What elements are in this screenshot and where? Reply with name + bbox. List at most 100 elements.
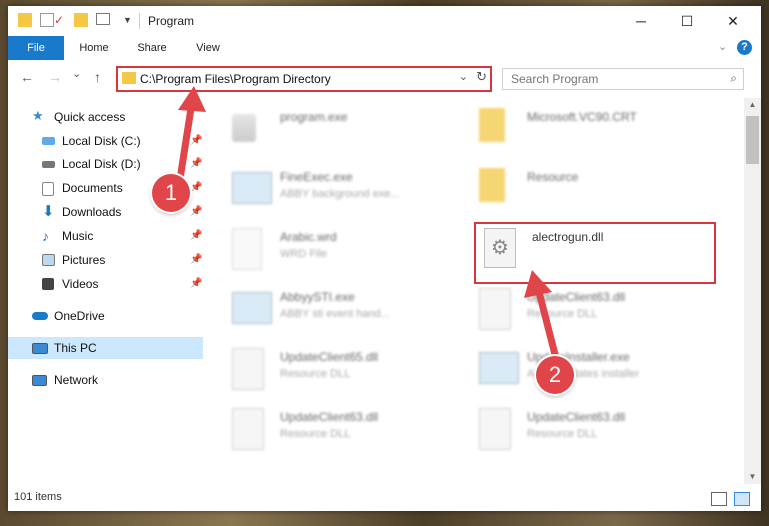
list-item[interactable]: UpdateClient65.dll Resource DLL	[232, 346, 472, 392]
sidebar-item-music[interactable]: ♪ Music 📌	[8, 225, 203, 247]
properties-icon[interactable]	[40, 13, 54, 27]
tab-view[interactable]: View	[186, 36, 230, 60]
close-button[interactable]: ✕	[710, 6, 756, 36]
pin-icon[interactable]: 📌	[190, 249, 202, 271]
scroll-up-icon[interactable]: ▲	[744, 98, 761, 112]
exe-icon	[479, 352, 519, 384]
status-bar: 101 items	[8, 486, 761, 511]
pin-icon[interactable]: 📌	[190, 201, 202, 223]
file-type: Resource DLL	[527, 428, 598, 440]
music-icon: ♪	[42, 228, 49, 244]
sidebar-item-label: OneDrive	[54, 309, 105, 323]
customize-quick-access-icon[interactable]: ▼	[123, 13, 137, 27]
sidebar-item-label: Music	[62, 229, 94, 243]
view-options-icon[interactable]	[96, 13, 110, 25]
tab-home[interactable]: Home	[72, 36, 116, 60]
search-icon[interactable]: ⌕	[730, 71, 737, 86]
dll-gear-icon	[232, 348, 264, 390]
exe-icon	[232, 172, 272, 204]
star-icon: ★	[32, 108, 44, 123]
step-2-badge: 2	[536, 356, 574, 394]
computer-icon	[32, 343, 48, 354]
file-type: WRD File	[280, 248, 328, 260]
drive-icon	[42, 161, 55, 168]
file-name: FineExec.exe	[280, 170, 353, 184]
details-view-icon[interactable]	[711, 492, 727, 506]
sidebar-item-this-pc[interactable]: This PC	[8, 337, 203, 359]
downloads-icon: ⬇	[42, 203, 55, 220]
sidebar-item-label: Documents	[62, 181, 123, 195]
recent-locations-button[interactable]: ⌄	[72, 67, 81, 80]
explorer-window: ✓ ▼ Program ─ ☐ ✕ File Home Share View ⌄…	[8, 6, 761, 511]
minimize-button[interactable]: ─	[618, 6, 664, 36]
large-icons-view-icon[interactable]	[734, 492, 750, 506]
step-1-badge: 1	[152, 174, 190, 212]
file-name: Resource	[527, 170, 579, 184]
window-title: Program	[148, 14, 195, 28]
network-icon	[32, 375, 47, 386]
sidebar-item-label: Pictures	[62, 253, 106, 267]
list-item[interactable]: Microsoft.VC90.CRT	[479, 106, 719, 152]
list-item[interactable]: UpdateInstaller.exe ABBY updates install…	[479, 346, 719, 392]
videos-icon	[42, 278, 54, 290]
file-name: Microsoft.VC90.CRT	[527, 110, 637, 124]
folder-icon	[479, 168, 505, 202]
file-name: UpdateClient63.dll	[280, 410, 379, 424]
vertical-scrollbar[interactable]: ▲ ▼	[744, 98, 761, 484]
search-input[interactable]	[509, 71, 713, 87]
file-type: Resource DLL	[280, 368, 351, 380]
title-separator	[139, 13, 140, 29]
list-item[interactable]: AbbyySTI.exe ABBY sti event hand...	[232, 286, 472, 332]
navigation-bar: ← → ⌄ ↑ C:\Program Files\Program Directo…	[8, 60, 761, 96]
sidebar-item-label: Local Disk (D:)	[62, 157, 141, 171]
title-bar: ✓ ▼ Program ─ ☐ ✕	[8, 6, 761, 36]
drive-icon	[42, 137, 55, 145]
dll-gear-icon	[232, 408, 264, 450]
forward-button[interactable]: →	[48, 69, 62, 85]
scroll-thumb[interactable]	[746, 116, 759, 164]
sidebar-item-label: Downloads	[62, 205, 122, 219]
folder-icon	[479, 108, 505, 142]
exe-icon	[232, 292, 272, 324]
folder-icon	[122, 72, 136, 84]
sidebar-item-network[interactable]: Network	[8, 369, 203, 391]
list-item[interactable]: FineExec.exe ABBY background exe...	[232, 166, 472, 212]
list-item[interactable]: UpdateClient63.dll Resource DLL	[479, 406, 719, 452]
back-button[interactable]: ←	[20, 69, 34, 85]
documents-icon	[42, 182, 54, 196]
search-box[interactable]: ⌕	[502, 68, 744, 90]
up-button[interactable]: ↑	[94, 69, 101, 85]
new-folder-icon[interactable]	[74, 13, 88, 27]
help-icon[interactable]: ?	[737, 40, 752, 55]
sidebar-item-videos[interactable]: Videos 📌	[8, 273, 203, 295]
item-count: 101 items	[14, 491, 62, 503]
folder-icon	[18, 13, 32, 27]
expand-ribbon-icon[interactable]: ⌄	[718, 40, 727, 53]
file-name: UpdateClient63.dll	[527, 410, 626, 424]
sidebar-item-label: Videos	[62, 277, 99, 291]
sidebar-item-onedrive[interactable]: OneDrive	[8, 305, 203, 327]
list-item[interactable]: Resource	[479, 166, 719, 212]
document-icon	[232, 228, 262, 270]
sidebar-item-pictures[interactable]: Pictures 📌	[8, 249, 203, 271]
sidebar-item-label: Local Disk (C:)	[62, 134, 141, 148]
maximize-button[interactable]: ☐	[664, 6, 710, 36]
file-type: ABBY background exe...	[280, 188, 400, 200]
dll-gear-icon	[479, 408, 511, 450]
file-name: Arabic.wrd	[280, 230, 337, 244]
target-file-highlight	[474, 222, 716, 284]
pin-icon[interactable]: 📌	[190, 273, 202, 295]
dll-gear-icon	[479, 288, 511, 330]
tab-share[interactable]: Share	[130, 36, 174, 60]
list-item[interactable]: Arabic.wrd WRD File	[232, 226, 472, 272]
list-item[interactable]: UpdateClient63.dll Resource DLL	[232, 406, 472, 452]
list-item[interactable]: program.exe	[232, 106, 472, 152]
checkmark-icon[interactable]: ✓	[54, 13, 68, 27]
list-item[interactable]: UpdateClient63.dll Resource DLL	[479, 286, 719, 332]
file-name: AbbyySTI.exe	[280, 290, 355, 304]
scroll-down-icon[interactable]: ▼	[744, 470, 761, 484]
refresh-icon[interactable]: ↻	[476, 69, 487, 85]
exe-icon	[232, 114, 256, 142]
pin-icon[interactable]: 📌	[190, 225, 202, 247]
address-dropdown-icon[interactable]: ⌄	[459, 70, 468, 83]
